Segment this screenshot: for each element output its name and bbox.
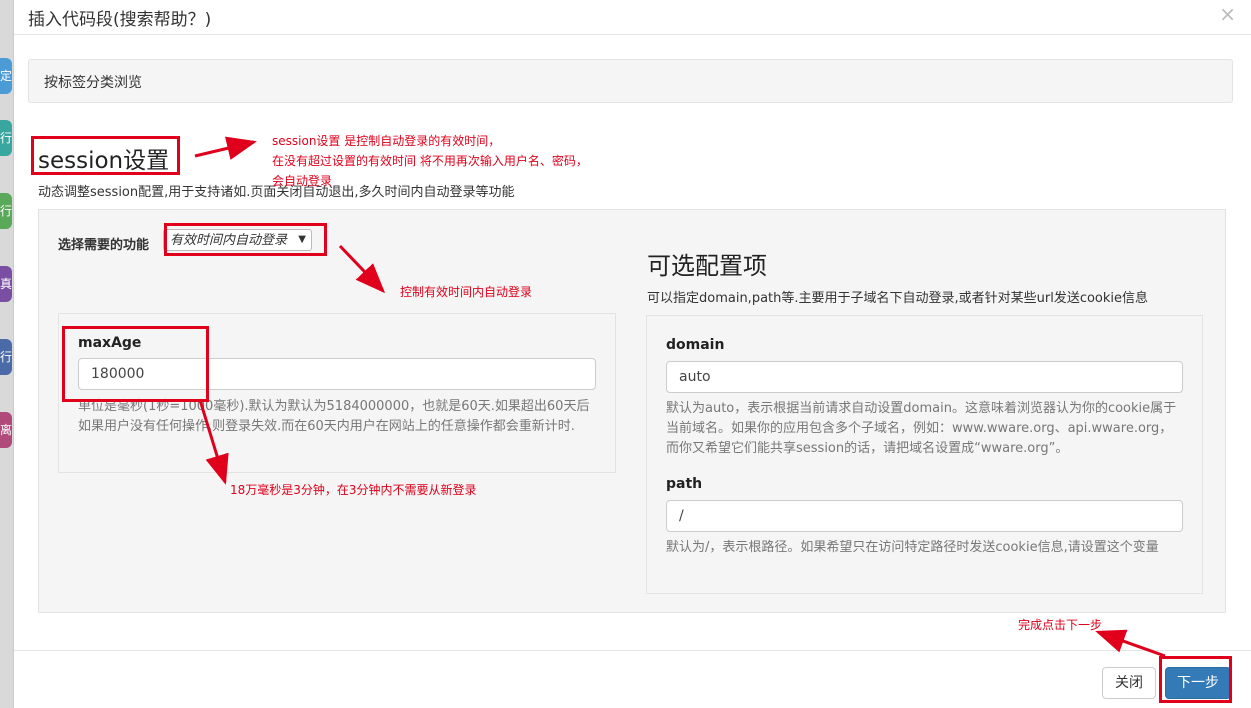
background-tab: 定 (0, 58, 12, 94)
annotation-box-next (1159, 656, 1232, 703)
domain-label: domain (666, 337, 725, 353)
background-tab: 行 (0, 193, 12, 229)
annotation-box-maxage (62, 326, 209, 402)
modal-title: 插入代码段(搜索帮助？) (28, 10, 212, 30)
path-label: path (666, 476, 703, 492)
background-tab: 行 (0, 120, 12, 156)
annotation-box-select (164, 223, 327, 256)
path-help: 默认为/，表示根路径。如果希望只在访问特定路径时发送cookie信息,请设置这个… (666, 540, 1159, 555)
domain-input[interactable]: auto (666, 361, 1183, 393)
optional-title: 可选配置项 (647, 252, 767, 280)
annotation-next-note: 完成点击下一步 (1018, 618, 1103, 632)
domain-help: 默认为auto，表示根据当前请求自动设置domain。这意味着浏览器认为你的co… (666, 401, 1177, 456)
background-page: 定 行 行 真 行 离 (0, 0, 14, 708)
annotation-box-session (31, 136, 180, 175)
background-tab: 真 (0, 266, 12, 302)
function-select-label: 选择需要的功能 (58, 238, 150, 253)
close-button[interactable]: 关闭 (1102, 667, 1156, 699)
maxage-help: 单位是毫秒(1秒=1000毫秒).默认为默认为5184000000，也就是60天… (78, 399, 590, 434)
path-input[interactable]: / (666, 500, 1183, 532)
background-tab: 行 (0, 339, 12, 375)
close-icon[interactable]: × (1219, 2, 1236, 26)
background-tab: 离 (0, 412, 12, 448)
browse-by-tag-label: 按标签分类浏览 (44, 75, 142, 91)
annotation-session-note: session设置 是控制自动登录的有效时间， 在没有超过设置的有效时间 将不用… (272, 134, 588, 188)
browse-by-tag-bar[interactable]: 按标签分类浏览 (28, 59, 1233, 103)
footer-divider (14, 650, 1251, 651)
annotation-select-note: 控制有效时间内自动登录 (400, 285, 533, 299)
optional-description: 可以指定domain,path等.主要用于子域名下自动登录,或者针对某些url发… (647, 291, 1149, 306)
modal-header: 插入代码段(搜索帮助？) × (14, 0, 1251, 35)
annotation-maxage-note: 18万毫秒是3分钟，在3分钟内不需要从新登录 (230, 483, 477, 497)
